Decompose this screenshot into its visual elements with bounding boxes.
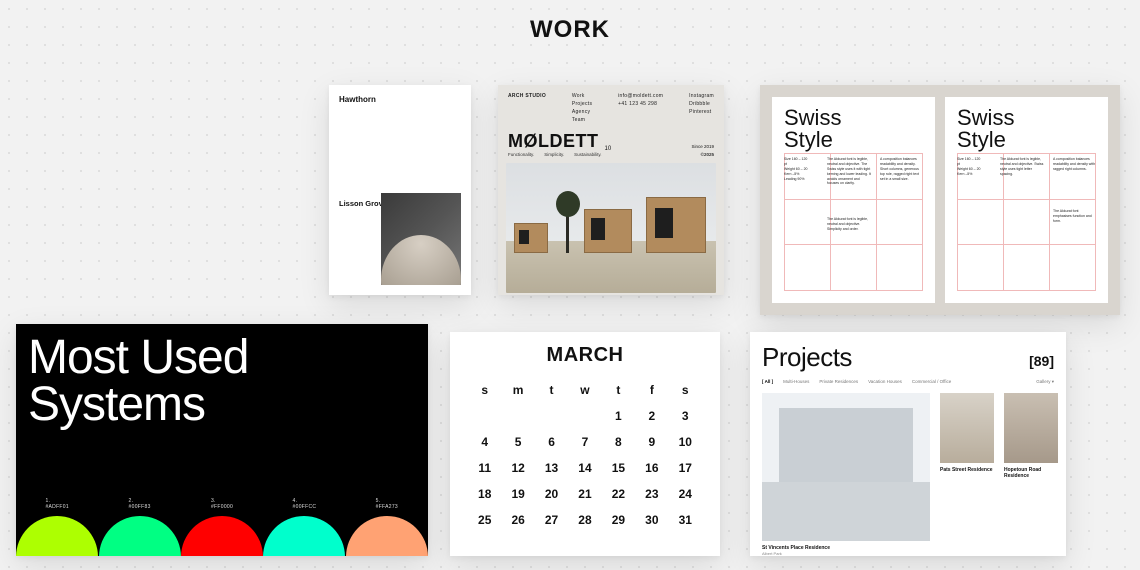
hero-photo bbox=[506, 163, 716, 293]
calendar-day[interactable]: 16 bbox=[635, 455, 668, 481]
calendar-day[interactable]: 17 bbox=[669, 455, 702, 481]
calendar-day[interactable]: 18 bbox=[468, 481, 501, 507]
calendar-dow: f bbox=[635, 377, 668, 403]
calendar-day[interactable]: 9 bbox=[635, 429, 668, 455]
calendar-day[interactable]: 13 bbox=[535, 455, 568, 481]
calendar-day[interactable]: 25 bbox=[468, 507, 501, 533]
calendar-day bbox=[501, 403, 534, 429]
social-col: InstagramDribbblePinterest bbox=[689, 93, 714, 123]
calendar-day[interactable]: 20 bbox=[535, 481, 568, 507]
calendar-dow: s bbox=[669, 377, 702, 403]
nav-col: WorkProjects AgencyTeam bbox=[572, 93, 592, 123]
calendar-day[interactable]: 28 bbox=[568, 507, 601, 533]
calendar-dow: s bbox=[468, 377, 501, 403]
studio-label: ARCH STUDIO bbox=[508, 93, 546, 123]
calendar-grid: smtwtfs 12345678910111213141516171819202… bbox=[468, 377, 702, 533]
work-card-projects[interactable]: Projects [89] [ All ] Multi-Houses Priva… bbox=[750, 332, 1066, 556]
swiss-title-2: Swiss Style bbox=[957, 107, 1096, 151]
calendar-dow: w bbox=[568, 377, 601, 403]
page-title: WORK bbox=[0, 16, 1140, 44]
calendar-day[interactable]: 8 bbox=[602, 429, 635, 455]
work-card-systems[interactable]: Most UsedSystems 1.#ADFF01 2.#00FF83 3.#… bbox=[16, 324, 428, 556]
project-1-meta: Albert Park bbox=[762, 551, 930, 556]
calendar-dow: t bbox=[535, 377, 568, 403]
swatch-4 bbox=[263, 516, 345, 556]
calendar-day[interactable]: 24 bbox=[669, 481, 702, 507]
calendar-day[interactable]: 12 bbox=[501, 455, 534, 481]
swiss-page-left: Swiss Style Size 160 – 120 ptWeight 60 –… bbox=[772, 97, 935, 303]
swiss-title: Swiss Style bbox=[784, 107, 923, 151]
calendar-day[interactable]: 10 bbox=[669, 429, 702, 455]
calendar-day bbox=[468, 403, 501, 429]
projects-count: [89] bbox=[1029, 353, 1054, 369]
swatch-2 bbox=[99, 516, 181, 556]
systems-title: Most UsedSystems bbox=[16, 324, 428, 438]
calendar-day[interactable]: 29 bbox=[602, 507, 635, 533]
calendar-day[interactable]: 27 bbox=[535, 507, 568, 533]
project-2-photo[interactable] bbox=[940, 393, 994, 463]
swatch-row: 1.#ADFF01 2.#00FF83 3.#FF0000 4.#00FFCC … bbox=[16, 498, 428, 556]
card1-title: Hawthorn bbox=[339, 95, 461, 104]
calendar-day[interactable]: 5 bbox=[501, 429, 534, 455]
projects-title: Projects bbox=[762, 342, 852, 373]
swatch-1 bbox=[16, 516, 98, 556]
swatch-3 bbox=[181, 516, 263, 556]
work-card-calendar[interactable]: MARCH smtwtfs 12345678910111213141516171… bbox=[450, 332, 720, 556]
calendar-month: MARCH bbox=[468, 344, 702, 367]
work-card-swiss-style[interactable]: Swiss Style Size 160 – 120 ptWeight 60 –… bbox=[760, 85, 1120, 315]
brand-wordmark: MØLDETT bbox=[508, 131, 599, 152]
contact-col: info@moldett.com+41 123 45 298 bbox=[618, 93, 663, 123]
project-3-name: Hopetoun Road Residence bbox=[1004, 467, 1058, 479]
calendar-dow: m bbox=[501, 377, 534, 403]
projects-filters[interactable]: [ All ] Multi-Houses Private Residences … bbox=[762, 379, 1054, 385]
calendar-day[interactable]: 23 bbox=[635, 481, 668, 507]
swiss-page-right: Swiss Style Size 160 – 120 ptWeight 60 –… bbox=[945, 97, 1108, 303]
work-card-moldett[interactable]: ARCH STUDIO WorkProjects AgencyTeam info… bbox=[498, 85, 724, 295]
calendar-day[interactable]: 2 bbox=[635, 403, 668, 429]
calendar-day[interactable]: 7 bbox=[568, 429, 601, 455]
calendar-day[interactable]: 19 bbox=[501, 481, 534, 507]
card1-thumbnail bbox=[381, 193, 461, 285]
calendar-day[interactable]: 11 bbox=[468, 455, 501, 481]
calendar-day[interactable]: 31 bbox=[669, 507, 702, 533]
project-2-name: Pats Street Residence bbox=[940, 467, 994, 473]
calendar-day[interactable]: 26 bbox=[501, 507, 534, 533]
calendar-day[interactable]: 6 bbox=[535, 429, 568, 455]
calendar-day[interactable]: 15 bbox=[602, 455, 635, 481]
calendar-day bbox=[535, 403, 568, 429]
since-label: Since 2019 bbox=[691, 144, 714, 149]
brand-sup: 10 bbox=[605, 146, 612, 152]
tag-row: Functionality.Simplicity.Sustainability.… bbox=[498, 152, 724, 157]
calendar-day[interactable]: 4 bbox=[468, 429, 501, 455]
calendar-day[interactable]: 14 bbox=[568, 455, 601, 481]
swatch-5 bbox=[346, 516, 428, 556]
calendar-day[interactable]: 21 bbox=[568, 481, 601, 507]
card1-subtitle: Lisson Grove bbox=[339, 199, 387, 208]
calendar-dow: t bbox=[602, 377, 635, 403]
calendar-day[interactable]: 30 bbox=[635, 507, 668, 533]
calendar-day[interactable]: 3 bbox=[669, 403, 702, 429]
calendar-day bbox=[568, 403, 601, 429]
project-3-photo[interactable] bbox=[1004, 393, 1058, 463]
view-toggle[interactable]: Gallery ▾ bbox=[1036, 379, 1054, 385]
project-1-photo[interactable] bbox=[762, 393, 930, 541]
work-card-hawthorn[interactable]: Hawthorn Lisson Grove 2023 bbox=[329, 85, 471, 295]
calendar-day[interactable]: 1 bbox=[602, 403, 635, 429]
calendar-day[interactable]: 22 bbox=[602, 481, 635, 507]
